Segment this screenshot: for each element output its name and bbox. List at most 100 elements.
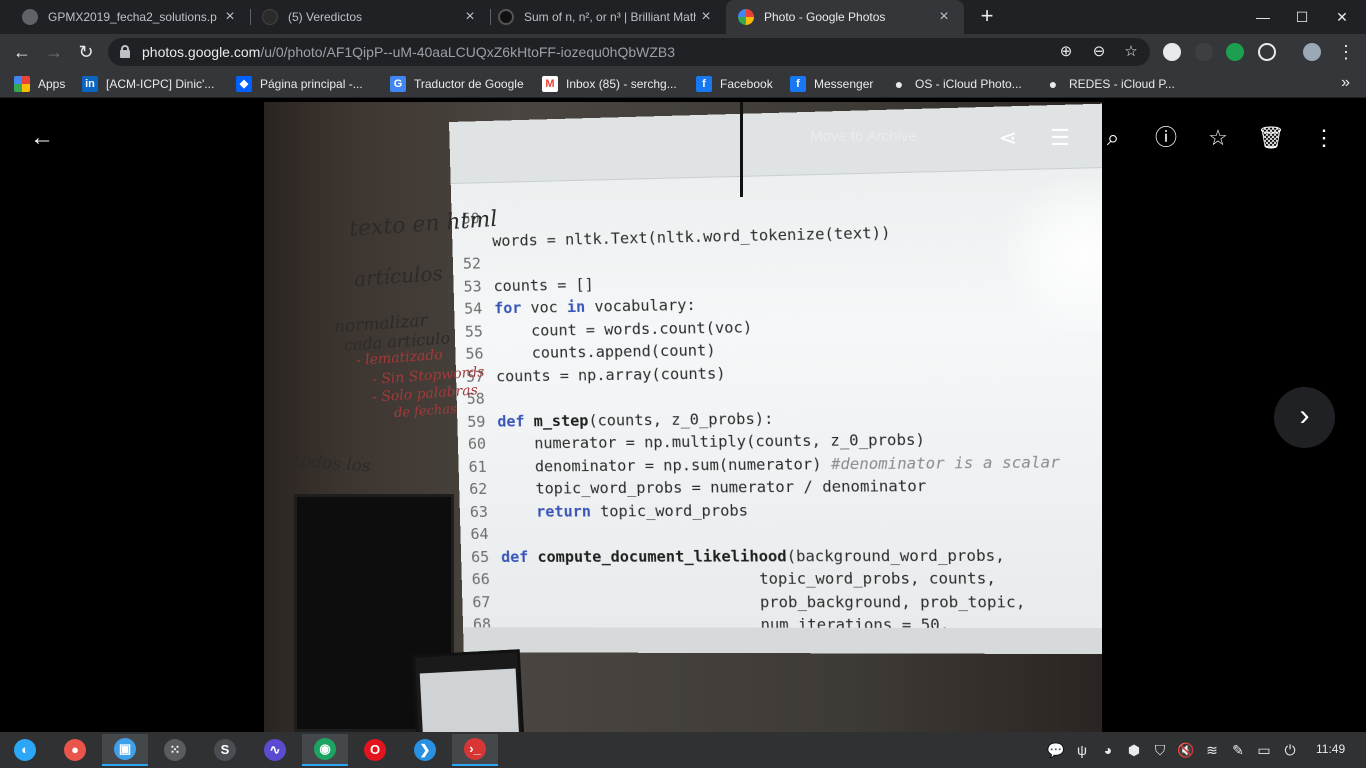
gmail-icon: M	[542, 76, 558, 92]
apple-icon: ●	[1048, 76, 1058, 92]
tab-brilliant[interactable]: Sum of n, n², or n³ | Brilliant Math ×	[486, 0, 726, 34]
close-tab-icon[interactable]: ×	[696, 8, 716, 26]
code-token: (counts, z_0_probs):	[588, 409, 774, 430]
code-token: for	[493, 298, 522, 318]
share-icon[interactable]: ⋖	[990, 124, 1026, 152]
usb-icon[interactable]: ψ	[1072, 740, 1092, 760]
clock[interactable]: 11:49	[1316, 742, 1345, 756]
dropbox-icon: ◆	[236, 76, 252, 92]
bookmark-messenger[interactable]: f Messenger	[790, 76, 873, 92]
new-tab-button[interactable]: +	[974, 4, 1000, 30]
opera-icon: O	[364, 739, 386, 761]
bookmark-acm-icpc[interactable]: in [ACM-ICPC] Dinic'...	[82, 76, 214, 92]
power-icon[interactable]: ⏻	[1280, 740, 1300, 760]
taskbar-app-app-store[interactable]: ▣	[102, 734, 148, 766]
battery-icon[interactable]: ▭	[1254, 740, 1274, 760]
add-icon[interactable]: ⊕	[1055, 42, 1077, 62]
game-icon[interactable]: ◕	[1098, 740, 1118, 760]
taskbar-app-system-monitor[interactable]: ∿	[252, 734, 298, 766]
bookmark-redes-icloud[interactable]: ● REDES - iCloud P...	[1045, 76, 1175, 92]
menu-kebab-icon[interactable]: ⋮	[1332, 38, 1360, 66]
color-picker-icon[interactable]: ⬢	[1124, 740, 1144, 760]
back-arrow-icon[interactable]: ←	[28, 124, 56, 152]
chat-icon[interactable]: 💬	[1046, 740, 1066, 760]
code-line: 62 topic_word_probs = numerator / denomi…	[469, 474, 1061, 501]
bookmark-apps[interactable]: Apps	[14, 76, 65, 92]
multitask-view-icon: ⁙	[164, 739, 186, 761]
close-tab-icon[interactable]: ×	[220, 8, 240, 26]
google-photos-icon	[738, 9, 754, 25]
taskbar-app-terminal[interactable]: ›_	[452, 734, 498, 766]
info-icon[interactable]: ⓘ	[1148, 124, 1184, 152]
bookmark-label: Inbox (85) - serchg...	[566, 77, 677, 91]
launcher-icon: ◐	[14, 739, 36, 761]
photo[interactable]: 50 words = nltk.Text(nltk.word_tokenize(t…	[264, 102, 1102, 732]
forward-arrow-icon[interactable]: →	[40, 38, 68, 66]
bookmark-facebook[interactable]: f Facebook	[696, 76, 773, 92]
extension-icon[interactable]	[1195, 43, 1213, 61]
react-devtools-icon[interactable]	[1258, 43, 1276, 61]
extension-icon[interactable]	[1226, 43, 1244, 61]
bookmarks-bar: Apps in [ACM-ICPC] Dinic'... ◆ Página pr…	[0, 70, 1366, 98]
google-translate-icon: G	[390, 76, 406, 92]
more-vert-icon[interactable]: ⋮	[1306, 124, 1342, 152]
handwritten-note: de fechas	[393, 401, 458, 422]
code-token: vocabulary:	[584, 295, 696, 316]
code-line: 63 return topic_word_probs	[470, 497, 1062, 523]
ide-status-bar	[463, 627, 1102, 655]
bookmark-pagina-principal[interactable]: ◆ Página principal -...	[236, 76, 363, 92]
tab-google-photos[interactable]: Photo - Google Photos ×	[726, 0, 964, 34]
bookmark-star-icon[interactable]: ☆	[1120, 42, 1142, 62]
taskbar-app-chrome[interactable]: ◉	[302, 734, 348, 766]
favorite-star-icon[interactable]: ☆	[1200, 124, 1236, 152]
code-token: denominator = np.sum(numerator)	[498, 454, 832, 476]
close-window-button[interactable]: ✕	[1322, 0, 1362, 34]
code-token: #denominator is a scalar	[830, 452, 1061, 473]
bookmarks-overflow-button[interactable]: »	[1341, 74, 1350, 92]
code-token: return	[535, 501, 592, 521]
code-token: prob_background, prob_topic,	[502, 592, 1026, 611]
facebook-icon: f	[790, 76, 806, 92]
bookmark-label: Facebook	[720, 77, 773, 91]
close-tab-icon[interactable]: ×	[460, 8, 480, 26]
wifi-icon[interactable]: ≋	[1202, 740, 1222, 760]
address-bar[interactable]: photos.google.com/u/0/photo/AF1QipP--uM-…	[108, 38, 1150, 66]
bookmark-traductor[interactable]: G Traductor de Google	[390, 76, 524, 92]
code-token: topic_word_probs = numerator / denominat…	[499, 476, 927, 498]
code-line: 66 topic_word_probs, counts,	[471, 567, 1063, 591]
taskbar-app-launcher[interactable]: ◐	[2, 734, 48, 766]
hanging-cable	[740, 102, 743, 197]
shield-icon[interactable]: ⛉	[1150, 740, 1170, 760]
zoom-in-icon[interactable]: ⌕	[1095, 124, 1131, 152]
minimize-button[interactable]: —	[1243, 0, 1283, 34]
bookmark-os-icloud[interactable]: ● OS - iCloud Photo...	[891, 76, 1022, 92]
whiteboard-notes: texto en html artículos normalizar cada art…	[293, 207, 498, 512]
edit-adjust-icon[interactable]: ☰	[1042, 124, 1078, 152]
back-arrow-icon[interactable]: ←	[8, 38, 36, 66]
taskbar-app-screen-recorder[interactable]: ●	[52, 734, 98, 766]
taskbar-app-opera[interactable]: O	[352, 734, 398, 766]
extension-icon[interactable]	[1163, 43, 1181, 61]
volume-muted-icon[interactable]: 🔇	[1176, 740, 1196, 760]
dropper-icon[interactable]: ✎	[1228, 740, 1248, 760]
code-line: 67 prob_background, prob_topic,	[472, 590, 1064, 613]
tab-veredictos[interactable]: (5) Veredictos ×	[250, 0, 490, 34]
bookmark-inbox[interactable]: M Inbox (85) - serchg...	[542, 76, 677, 92]
browser-toolbar: ← → ↻ photos.google.com/u/0/photo/AF1Qip…	[0, 34, 1366, 70]
tab-gpmx-solutions[interactable]: GPMX2019_fecha2_solutions.p ×	[10, 0, 250, 34]
bookmark-label: OS - iCloud Photo...	[915, 77, 1022, 91]
close-tab-icon[interactable]: ×	[934, 8, 954, 26]
avatar[interactable]	[1303, 43, 1321, 61]
next-photo-button[interactable]: ›	[1274, 387, 1335, 448]
line-number: 66	[471, 570, 491, 589]
zoom-icon[interactable]: ⊖	[1088, 42, 1110, 62]
reload-icon[interactable]: ↻	[72, 38, 100, 66]
delete-trash-icon[interactable]: 🗑	[1253, 124, 1289, 152]
taskbar-app-multitask-view[interactable]: ⁙	[152, 734, 198, 766]
code-token: counts.append(count)	[495, 341, 716, 363]
bookmark-label: Página principal -...	[260, 77, 363, 91]
taskbar-app-vscode[interactable]: ❯	[402, 734, 448, 766]
url-text[interactable]: photos.google.com/u/0/photo/AF1QipP--uM-…	[142, 44, 675, 60]
maximize-button[interactable]: ☐	[1282, 0, 1322, 34]
taskbar-app-sublime-text[interactable]: S	[202, 734, 248, 766]
